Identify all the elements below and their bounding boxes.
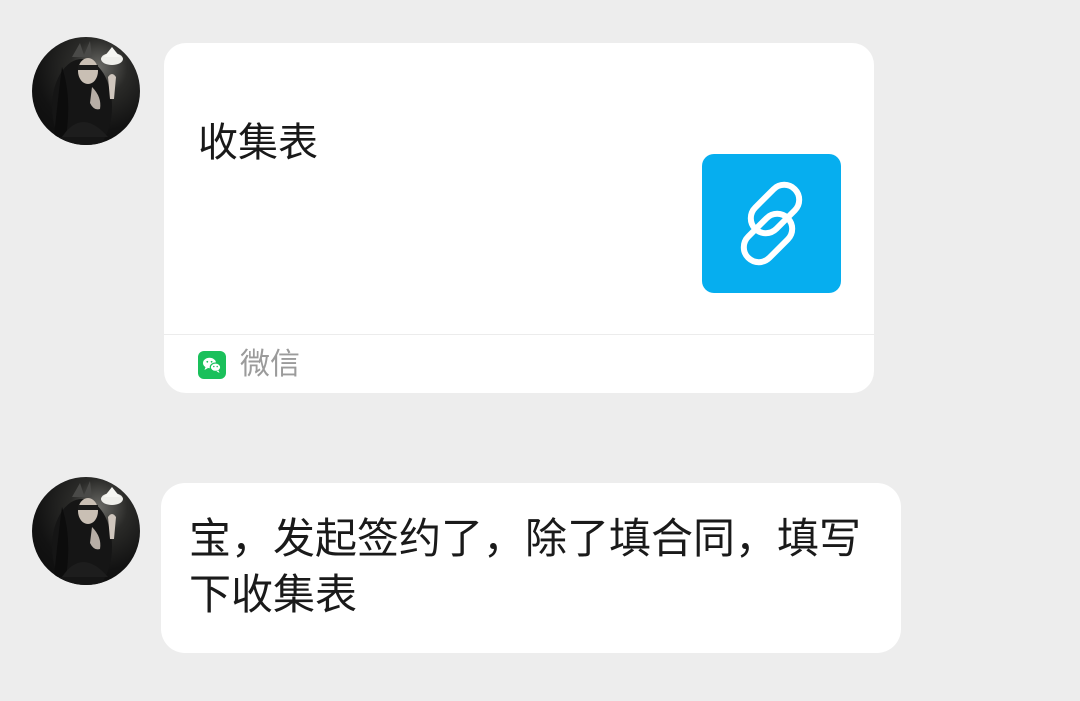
wechat-icon — [198, 351, 226, 379]
avatar[interactable] — [32, 37, 140, 145]
link-icon — [702, 154, 841, 293]
card-source: 微信 — [198, 343, 300, 387]
link-card[interactable]: 收集表 微信 — [164, 43, 874, 393]
card-title: 收集表 — [198, 120, 318, 166]
text-message-bubble[interactable]: 宝，发起签约了，除了填合同，填写下收集表 — [161, 483, 901, 653]
source-label: 微信 — [240, 347, 300, 382]
chat-view: 收集表 微信 宝，发起签约了，除了填合同，填写下收集表 — [0, 0, 1080, 701]
avatar[interactable] — [32, 477, 140, 585]
card-divider — [164, 334, 874, 335]
message-text: 宝，发起签约了，除了填合同，填写下收集表 — [189, 514, 862, 619]
